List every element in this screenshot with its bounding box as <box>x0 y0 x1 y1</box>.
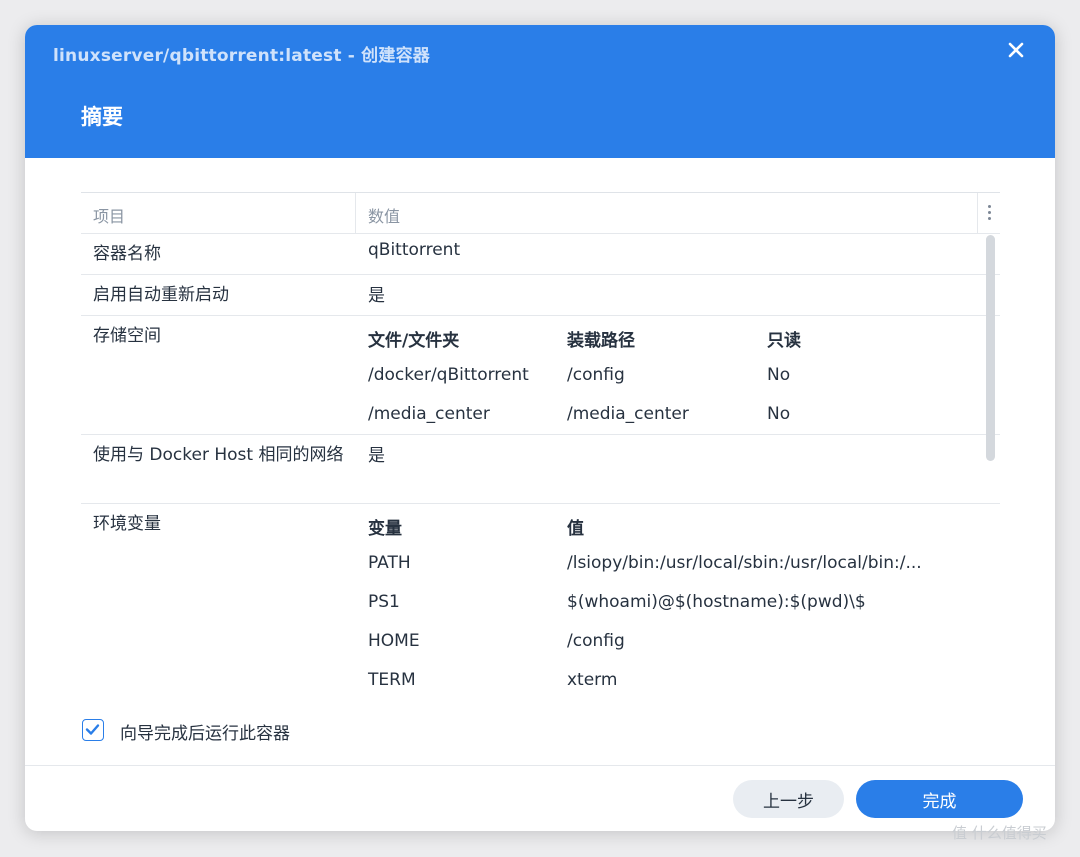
table-row-container-name: 容器名称 qBittorrent <box>81 234 1000 275</box>
env-value: /config <box>567 631 625 651</box>
window-title: linuxserver/qbittorrent:latest - 创建容器 <box>53 46 430 66</box>
close-icon <box>1008 42 1024 58</box>
table-row-env: 环境变量 变量 值 PATH /lsiopy/bin:/usr/local/sb… <box>81 504 1000 703</box>
finish-button[interactable]: 完成 <box>856 780 1023 818</box>
dialog-header: linuxserver/qbittorrent:latest - 创建容器 摘要 <box>25 25 1055 158</box>
env-value: $(whoami)@$(hostname):$(pwd)\$ <box>567 592 866 612</box>
row-value: 是 <box>368 446 385 466</box>
watermark: 值 什么值得买 <box>952 824 1047 842</box>
storage-header-folder: 文件/文件夹 <box>368 331 460 351</box>
column-header-item: 项目 <box>93 207 126 226</box>
env-header-value: 值 <box>567 519 584 539</box>
env-var: PS1 <box>368 592 400 612</box>
column-divider <box>355 193 356 233</box>
env-value: xterm <box>567 670 618 690</box>
run-after-wizard-label[interactable]: 向导完成后运行此容器 <box>120 719 290 744</box>
table-header: 项目 数值 <box>81 193 1000 234</box>
row-value: 是 <box>368 286 385 306</box>
row-label: 使用与 Docker Host 相同的网络 <box>93 445 344 465</box>
close-button[interactable] <box>1003 37 1029 63</box>
env-var: PATH <box>368 553 411 573</box>
storage-folder: /media_center <box>368 404 490 424</box>
storage-readonly: No <box>767 404 791 424</box>
storage-header-mount: 装载路径 <box>567 331 635 351</box>
footer-divider <box>25 765 1055 766</box>
page-heading: 摘要 <box>81 105 123 129</box>
summary-table: 项目 数值 容器名称 qBittorrent 启用自动重新启动 是 存储空间 文… <box>81 192 1000 703</box>
row-label: 启用自动重新启动 <box>93 285 229 305</box>
table-row-auto-restart: 启用自动重新启动 是 <box>81 275 1000 316</box>
storage-mount: /config <box>567 365 625 385</box>
checkmark-icon <box>85 724 100 735</box>
env-header-var: 变量 <box>368 519 402 539</box>
back-button[interactable]: 上一步 <box>733 780 844 818</box>
row-label: 存储空间 <box>93 326 161 346</box>
storage-mount: /media_center <box>567 404 689 424</box>
column-divider <box>977 193 978 233</box>
table-row-host-network: 使用与 Docker Host 相同的网络 是 <box>81 435 1000 504</box>
table-scrollbar[interactable] <box>986 235 995 461</box>
create-container-dialog: linuxserver/qbittorrent:latest - 创建容器 摘要… <box>25 25 1055 831</box>
env-var: HOME <box>368 631 420 651</box>
env-value: /lsiopy/bin:/usr/local/sbin:/usr/local/b… <box>567 553 922 573</box>
env-var: TERM <box>368 670 416 690</box>
row-label: 容器名称 <box>93 244 161 264</box>
storage-folder: /docker/qBittorrent <box>368 365 529 385</box>
run-after-wizard-checkbox[interactable] <box>82 719 104 741</box>
more-options-icon[interactable] <box>985 205 993 221</box>
storage-readonly: No <box>767 365 791 385</box>
column-header-value: 数值 <box>368 207 401 226</box>
row-value: qBittorrent <box>368 240 461 260</box>
storage-header-readonly: 只读 <box>767 331 801 351</box>
table-row-storage: 存储空间 文件/文件夹 装载路径 只读 /docker/qBittorrent … <box>81 316 1000 435</box>
row-label: 环境变量 <box>93 514 161 534</box>
